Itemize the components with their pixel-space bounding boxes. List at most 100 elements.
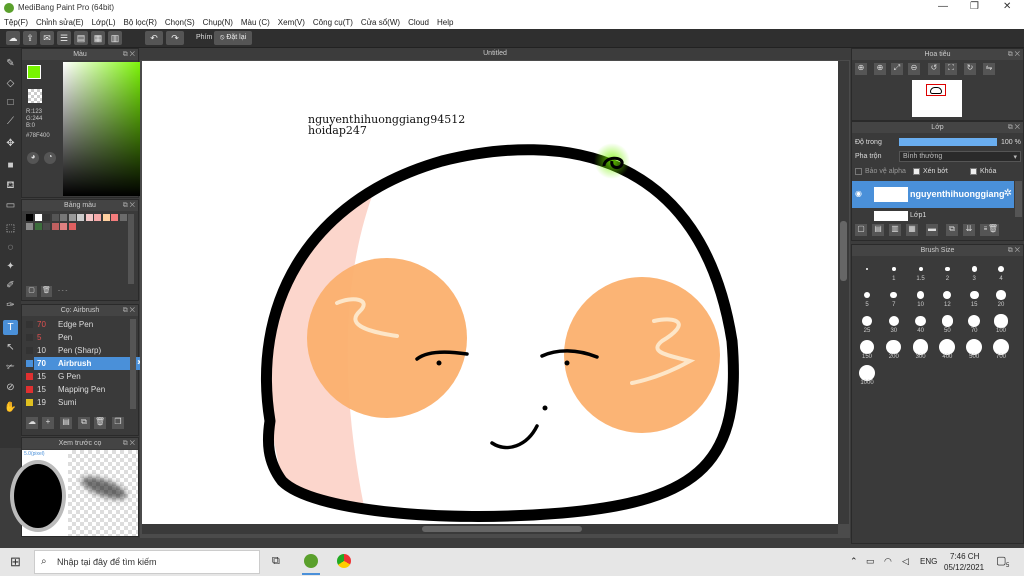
reset-button[interactable]: ⦸ Đặt lại	[214, 31, 252, 45]
text-tool-icon[interactable]: T	[3, 320, 18, 335]
brush-size-option[interactable]: 40	[908, 311, 934, 335]
palette-swatch[interactable]	[102, 214, 110, 221]
layer-row-selected[interactable]: ◉ nguyenthihuonggiang ✲	[852, 181, 1014, 208]
protect-alpha-checkbox[interactable]	[855, 168, 862, 175]
brush-size-option[interactable]: 5	[854, 285, 880, 309]
brush-size-option[interactable]: 25	[854, 311, 880, 335]
eraser-tool-icon[interactable]: ◇	[3, 76, 18, 91]
delete-palette-icon[interactable]: 🗑	[41, 286, 52, 297]
operation-tool-icon[interactable]: ↖	[3, 340, 18, 355]
chrome-taskbar-icon[interactable]	[337, 554, 351, 568]
comment-icon[interactable]: ✉	[40, 31, 54, 45]
brush-size-option[interactable]: 1000	[854, 363, 880, 387]
divide-tool-icon[interactable]: ✃	[3, 360, 18, 375]
redo-icon[interactable]: ↷	[166, 31, 184, 45]
menu-tools[interactable]: Công cụ(T)	[309, 16, 357, 29]
bucket-tool-icon[interactable]: ⛾	[3, 178, 18, 193]
horizontal-scrollbar[interactable]	[142, 524, 838, 534]
palette-swatch[interactable]	[68, 223, 76, 230]
palette-swatch[interactable]	[34, 214, 42, 221]
palette-swatch[interactable]	[119, 214, 127, 221]
chat-icon[interactable]: ☰	[57, 31, 71, 45]
palette-swatch[interactable]	[26, 214, 33, 221]
zoom-out-icon[interactable]: ⊖	[908, 63, 920, 75]
canvas-paper[interactable]: nguyenthihuonggiang94512 hoidap247	[142, 61, 838, 524]
wifi-icon[interactable]: ◠	[884, 556, 892, 567]
menu-window[interactable]: Cửa sổ(W)	[357, 16, 404, 29]
brush-size-option[interactable]: 1.5	[908, 259, 934, 283]
new-palette-icon[interactable]: ▢	[26, 286, 37, 297]
menu-select[interactable]: Chọn(S)	[161, 16, 199, 29]
document-tab[interactable]: Untitled	[140, 48, 850, 60]
brush-size-option[interactable]: 50	[934, 311, 960, 335]
menu-color[interactable]: Màu (C)	[237, 16, 274, 29]
brush-size-option[interactable]: 12	[934, 285, 960, 309]
palette-swatch[interactable]	[111, 214, 118, 221]
palette-swatch[interactable]	[68, 214, 76, 221]
maximize-icon[interactable]: ❐	[970, 1, 979, 12]
palette-swatch[interactable]	[94, 214, 101, 221]
select-eraser-icon[interactable]: ✑	[3, 298, 18, 313]
brush-size-option[interactable]: 400	[934, 337, 960, 361]
brush-delete-icon[interactable]: 🗑	[94, 417, 106, 429]
palette-swatch[interactable]	[43, 214, 50, 221]
menu-snap[interactable]: Chụp(N)	[199, 16, 237, 29]
panel-close-icon[interactable]: ⧉ ✕	[123, 438, 135, 449]
palette-swatch[interactable]	[43, 223, 50, 230]
brush-size-option[interactable]: 20	[988, 285, 1014, 309]
panel-close-icon[interactable]: ⧉ ✕	[123, 49, 135, 60]
notification-icon[interactable]: ▢	[996, 554, 1006, 567]
layer-scrollbar[interactable]	[1015, 181, 1022, 217]
add-brush-icon[interactable]: +	[42, 417, 54, 429]
palette-swatch[interactable]	[60, 223, 67, 230]
opacity-slider[interactable]	[899, 138, 997, 146]
menu-view[interactable]: Xem(V)	[274, 16, 309, 29]
vertical-scrollbar[interactable]	[838, 61, 849, 524]
brush-size-option[interactable]: 2	[934, 259, 960, 283]
panel-close-icon[interactable]: ⧉ ✕	[123, 305, 135, 316]
clock-time[interactable]: 7:46 CH	[950, 552, 979, 561]
panel-close-icon[interactable]: ⧉ ✕	[1008, 49, 1020, 60]
vertical-scroll-thumb[interactable]	[840, 221, 847, 281]
windows-start-icon[interactable]: ⊞	[10, 554, 21, 570]
gradient-tool-icon[interactable]: ▭	[3, 198, 18, 213]
lock-checkbox[interactable]	[970, 168, 977, 175]
layout-icon[interactable]: ▥	[108, 31, 122, 45]
battery-icon[interactable]: ▭	[866, 556, 875, 567]
page-icon[interactable]: ▤	[74, 31, 88, 45]
minimize-icon[interactable]: —	[938, 1, 948, 12]
horizontal-scroll-thumb[interactable]	[422, 526, 582, 532]
palette-scrollbar[interactable]	[128, 214, 134, 284]
folder-icon[interactable]: ▬	[926, 224, 938, 236]
hand-tool-icon[interactable]: ✋	[3, 400, 18, 415]
palette-swatch[interactable]	[51, 214, 59, 221]
move-tool-icon[interactable]: ✥	[3, 136, 18, 151]
brush-page-icon[interactable]: ▤	[60, 417, 72, 429]
brush-size-option[interactable]: 30	[881, 311, 907, 335]
rect-tool-icon[interactable]: □	[3, 95, 18, 110]
saturation-value-picker[interactable]	[63, 62, 143, 196]
taskbar-search[interactable]: ⌕ Nhập tại đây để tìm kiếm	[34, 550, 260, 574]
palette-swatch[interactable]	[51, 223, 59, 230]
brush-size-option[interactable]: 7	[881, 285, 907, 309]
share-icon[interactable]: ⇪	[23, 31, 37, 45]
zoom-in-alt-icon[interactable]: ⊕	[874, 63, 886, 75]
layer-settings-icon[interactable]: ✲	[1004, 188, 1012, 199]
panel-close-icon[interactable]: ⧉ ✕	[1008, 245, 1020, 256]
clock-date[interactable]: 05/12/2021	[944, 563, 984, 572]
new-text-layer-icon[interactable]: ▦	[906, 224, 918, 236]
eye-icon[interactable]: ◉	[855, 189, 862, 198]
rotate-right-icon[interactable]: ↻	[964, 63, 976, 75]
palette-swatch[interactable]	[60, 214, 67, 221]
select-rect-icon[interactable]: ⬚	[3, 221, 18, 236]
volume-icon[interactable]: ◁	[902, 556, 909, 567]
navigator-thumbnail[interactable]	[912, 80, 962, 117]
menu-help[interactable]: Help	[433, 16, 457, 29]
brush-size-option[interactable]: 700	[988, 337, 1014, 361]
menu-filter[interactable]: Bộ lọc(R)	[120, 16, 161, 29]
blend-select[interactable]: Bình thường ▾	[899, 151, 1021, 162]
fill-rect-icon[interactable]: ■	[3, 158, 18, 173]
palette-swatch[interactable]	[77, 214, 84, 221]
brush-size-option[interactable]: 300	[908, 337, 934, 361]
palette-swatch[interactable]	[34, 223, 42, 230]
